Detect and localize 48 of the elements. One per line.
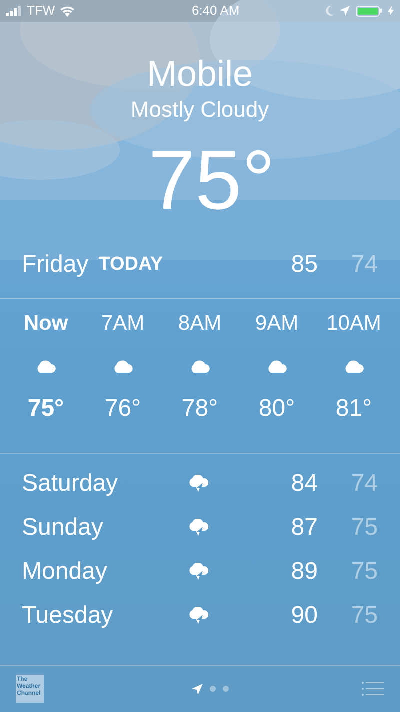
cloud-icon <box>35 359 57 373</box>
hour-label: 7AM <box>101 311 145 337</box>
hour-label: 10AM <box>326 311 382 337</box>
hour-temperature: 78° <box>182 395 218 423</box>
high-temperature: 87 <box>290 513 318 543</box>
hour-label: Now <box>24 311 68 337</box>
cloud-icon <box>266 359 288 373</box>
thunderstorm-icon <box>188 475 210 493</box>
wifi-icon <box>60 6 76 16</box>
high-temperature: 84 <box>290 469 318 499</box>
hour-label: 8AM <box>178 311 222 337</box>
low-temperature: 74 <box>350 469 378 499</box>
battery-icon <box>356 6 382 16</box>
low-temperature: 74 <box>350 250 378 280</box>
hour-temperature: 76° <box>104 395 142 423</box>
location-arrow-icon[interactable] <box>192 684 202 694</box>
location-arrow-icon <box>340 6 350 16</box>
high-temperature: 89 <box>290 557 318 587</box>
today-label: TODAY <box>98 252 164 277</box>
low-temperature: 75 <box>350 513 378 543</box>
cloud-icon <box>343 359 365 373</box>
high-temperature: 90 <box>290 601 318 631</box>
city-name: Mobile <box>146 53 254 95</box>
carrier-name: TFW <box>27 2 56 20</box>
charging-bolt-icon <box>388 6 394 16</box>
signal-icon <box>6 6 22 16</box>
moon-icon <box>326 6 334 16</box>
thunderstorm-icon <box>188 519 210 537</box>
day-name: Friday <box>22 250 89 280</box>
cloud-icon <box>189 359 211 373</box>
day-name: Monday <box>22 557 108 587</box>
day-name: Saturday <box>22 469 120 499</box>
weather-condition: Mostly Cloudy <box>130 97 270 123</box>
thunderstorm-icon <box>188 607 210 625</box>
cloud-icon <box>112 359 134 373</box>
day-name: Sunday <box>22 513 104 543</box>
hour-temperature: 81° <box>336 395 372 423</box>
hour-temperature: 75° <box>28 395 64 423</box>
hour-temperature: 80° <box>258 395 296 423</box>
list-icon[interactable] <box>362 682 384 696</box>
current-temperature: 75° <box>148 135 276 225</box>
low-temperature: 75 <box>350 601 378 631</box>
day-name: Tuesday <box>22 601 114 631</box>
low-temperature: 75 <box>350 557 378 587</box>
hour-label: 9AM <box>255 311 299 337</box>
thunderstorm-icon <box>188 563 210 581</box>
clock-time: 6:40 AM <box>192 2 240 20</box>
high-temperature: 85 <box>290 250 318 280</box>
